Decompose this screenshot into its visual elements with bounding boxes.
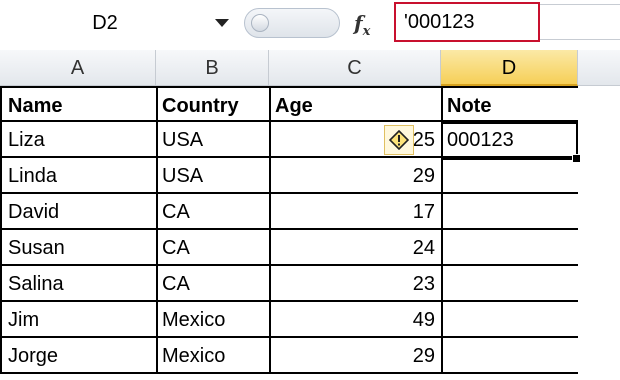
cell-A5[interactable]: Susan: [0, 230, 158, 266]
table-row: David CA 17: [0, 194, 620, 230]
column-header-d[interactable]: D: [441, 50, 578, 86]
exclamation-diamond-icon: [389, 130, 409, 150]
formula-input-extension[interactable]: [540, 4, 620, 40]
cell-A7[interactable]: Jim: [0, 302, 158, 338]
cell-A3[interactable]: Linda: [0, 158, 158, 194]
table-row: Susan CA 24: [0, 230, 620, 266]
insert-function-icon[interactable]: fx: [354, 8, 384, 39]
cell-B8[interactable]: Mexico: [156, 338, 271, 374]
cell-B4[interactable]: CA: [156, 194, 271, 230]
cell-C2[interactable]: 25: [269, 122, 443, 158]
column-header-c[interactable]: C: [269, 50, 441, 86]
cell-B7[interactable]: Mexico: [156, 302, 271, 338]
table-row: Salina CA 23: [0, 266, 620, 302]
cell-A1[interactable]: Name: [0, 86, 158, 122]
cell-C4[interactable]: 17: [269, 194, 443, 230]
fill-handle[interactable]: [572, 154, 581, 163]
cell-C3[interactable]: 29: [269, 158, 443, 194]
cell-C6[interactable]: 23: [269, 266, 443, 302]
name-box-value: D2: [92, 12, 118, 34]
grip-icon: [251, 14, 269, 32]
formula-value: '000123: [404, 11, 475, 33]
table-row: Linda USA 29: [0, 158, 620, 194]
formula-bar: D2 fx '000123: [0, 0, 620, 46]
cell-D6[interactable]: [441, 266, 580, 302]
cell-C8[interactable]: 29: [269, 338, 443, 374]
formula-bar-resize-handle[interactable]: [244, 8, 340, 38]
cell-A8[interactable]: Jorge: [0, 338, 158, 374]
table-row: Jim Mexico 49: [0, 302, 620, 338]
cell-D7[interactable]: [441, 302, 580, 338]
cell-B2[interactable]: USA: [156, 122, 271, 158]
column-header-a[interactable]: A: [0, 50, 156, 86]
cell-A4[interactable]: David: [0, 194, 158, 230]
name-box[interactable]: D2: [0, 6, 240, 40]
cell-D1[interactable]: Note: [441, 86, 580, 122]
empty-column-area[interactable]: [578, 86, 620, 380]
cell-D3[interactable]: [441, 158, 580, 194]
cell-D5[interactable]: [441, 230, 580, 266]
table-row: Liza USA 25 000123: [0, 122, 620, 158]
cell-B3[interactable]: USA: [156, 158, 271, 194]
cell-D2[interactable]: 000123: [441, 122, 580, 158]
cell-D4[interactable]: [441, 194, 580, 230]
cell-A6[interactable]: Salina: [0, 266, 158, 302]
cell-B1[interactable]: Country: [156, 86, 271, 122]
cell-B6[interactable]: CA: [156, 266, 271, 302]
column-header-e[interactable]: [578, 50, 620, 86]
cell-B5[interactable]: CA: [156, 230, 271, 266]
column-header-b[interactable]: B: [156, 50, 269, 86]
cell-C7[interactable]: 49: [269, 302, 443, 338]
formula-input[interactable]: '000123: [394, 2, 540, 42]
header-row: Name Country Age Note: [0, 86, 620, 122]
cell-D8[interactable]: [441, 338, 580, 374]
error-check-button[interactable]: [384, 125, 414, 155]
cell-A2[interactable]: Liza: [0, 122, 158, 158]
table-row: Jorge Mexico 29: [0, 338, 620, 374]
cell-C1[interactable]: Age: [269, 86, 443, 122]
chevron-down-icon[interactable]: [215, 19, 229, 27]
column-header-row: A B C D: [0, 50, 620, 86]
cell-C5[interactable]: 24: [269, 230, 443, 266]
